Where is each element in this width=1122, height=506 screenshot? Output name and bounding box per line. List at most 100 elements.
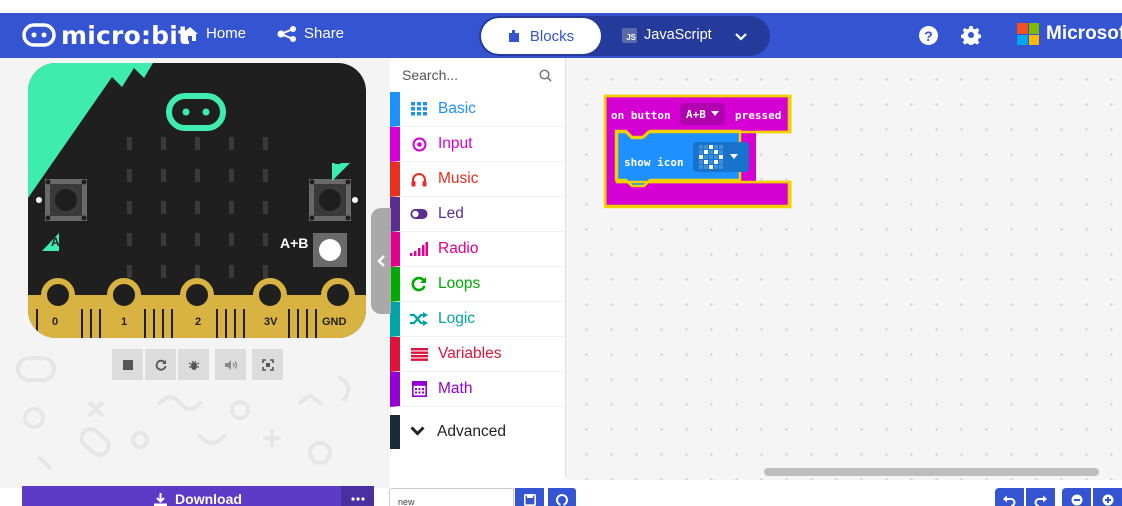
microsoft-label: Microsoft <box>1046 23 1122 44</box>
microbit-logo-icon <box>22 23 56 47</box>
share-button[interactable]: Share <box>277 25 344 42</box>
share-icon <box>277 25 296 42</box>
help-icon[interactable]: ? <box>919 26 938 45</box>
category-music[interactable]: Music <box>390 162 565 197</box>
download-more-button[interactable] <box>341 486 374 506</box>
icon-picker-dropdown[interactable] <box>693 142 749 172</box>
home-icon <box>182 26 198 41</box>
show-icon-block-label: show icon <box>624 156 684 169</box>
pin-3v-label: 3V <box>264 316 278 328</box>
dropdown-caret-icon <box>730 154 738 159</box>
category-advanced[interactable]: Advanced <box>390 415 565 449</box>
tab-blocks[interactable]: Blocks <box>481 18 601 54</box>
headphones-icon <box>410 172 428 187</box>
download-button[interactable]: Download <box>22 486 374 506</box>
fullscreen-icon <box>261 358 274 371</box>
button-ab-label: A+B <box>280 235 309 251</box>
javascript-icon: JS <box>622 27 637 43</box>
pin-0-label: 0 <box>52 316 59 328</box>
button-b[interactable] <box>309 179 351 221</box>
category-radio[interactable]: Radio <box>390 232 565 267</box>
undo-button[interactable] <box>995 488 1024 506</box>
category-led[interactable]: Led <box>390 197 565 232</box>
share-label: Share <box>304 25 345 42</box>
bottom-bar: Download new <box>0 486 1122 506</box>
category-basic[interactable]: Basic <box>390 92 565 127</box>
category-math[interactable]: Math <box>390 372 565 407</box>
category-variables-label: Variables <box>438 345 502 362</box>
microbit-board[interactable]: A B A+B 0 1 2 3V GND <box>28 63 366 338</box>
project-name-input[interactable]: new <box>389 488 514 506</box>
signal-bars-icon <box>410 242 428 256</box>
chevron-left-icon <box>376 255 385 267</box>
microsoft-logo-icon <box>1017 23 1039 45</box>
button-a[interactable] <box>45 179 87 221</box>
debug-button[interactable] <box>178 349 209 380</box>
editor-more-dropdown[interactable] <box>735 29 747 47</box>
pin-gnd-label: GND <box>322 316 347 328</box>
simulator-panel: A B A+B 0 1 2 3V GND <box>0 58 390 488</box>
zoom-out-button[interactable] <box>1062 488 1091 506</box>
save-icon <box>523 494 536 506</box>
button-b-label: B <box>334 155 342 167</box>
category-advanced-label: Advanced <box>437 423 506 440</box>
button-dropdown[interactable]: A+B <box>680 103 725 125</box>
search-icon <box>539 68 552 82</box>
simulator-collapse-handle[interactable] <box>371 208 391 314</box>
github-button[interactable] <box>548 488 576 506</box>
brand-name: micro:bit <box>61 20 191 50</box>
home-button[interactable]: Home <box>181 25 246 42</box>
category-basic-label: Basic <box>438 100 476 117</box>
tab-blocks-label: Blocks <box>529 27 575 45</box>
category-input[interactable]: Input <box>390 127 565 162</box>
workspace-horizontal-scrollbar[interactable] <box>764 468 1099 476</box>
category-math-label: Math <box>438 380 473 397</box>
toolbox: Search... Basic Input Music Led Radio Lo… <box>390 58 566 478</box>
fullscreen-button[interactable] <box>252 349 283 380</box>
category-loops-label: Loops <box>438 275 481 292</box>
zoom-in-button[interactable] <box>1093 488 1122 506</box>
shuffle-icon <box>410 312 428 326</box>
microsoft-logo[interactable]: Microsoft <box>1017 23 1122 45</box>
github-icon <box>556 494 568 506</box>
category-input-label: Input <box>438 135 473 152</box>
search-input[interactable]: Search... <box>402 67 458 83</box>
button-a-label: A <box>51 235 60 249</box>
mute-button[interactable] <box>215 349 246 380</box>
button-ab[interactable] <box>313 233 347 267</box>
category-logic[interactable]: Logic <box>390 302 565 337</box>
tab-javascript[interactable]: JS JavaScript <box>622 27 712 43</box>
diamond-icon-preview <box>699 145 723 169</box>
mute-icon <box>224 359 237 370</box>
tab-javascript-label: JavaScript <box>644 27 712 43</box>
restart-icon <box>155 359 166 371</box>
redo-icon <box>1034 495 1047 506</box>
category-loops[interactable]: Loops <box>390 267 565 302</box>
category-radio-label: Radio <box>438 240 479 257</box>
blocks-workspace[interactable]: on button A+B pressed show icon <box>566 58 1122 480</box>
calculator-icon <box>410 381 428 397</box>
download-icon <box>154 492 168 506</box>
restart-button[interactable] <box>145 349 176 380</box>
zoom-in-icon <box>1102 494 1113 506</box>
toolbox-search[interactable]: Search... <box>390 58 565 92</box>
settings-button[interactable] <box>960 25 982 50</box>
microbit-logo[interactable]: micro:bit <box>22 20 191 50</box>
grid-icon <box>410 102 428 116</box>
event-block-prefix: on button <box>611 109 671 122</box>
editor-toggle: Blocks JS JavaScript <box>479 16 770 56</box>
category-variables[interactable]: Variables <box>390 337 565 372</box>
top-menu-bar: micro:bit Home Share Blocks JS JavaScrip… <box>0 13 1122 58</box>
pin-1-label: 1 <box>121 316 128 328</box>
list-icon <box>410 347 428 361</box>
dropdown-caret-icon <box>710 111 719 116</box>
board-graphic <box>28 63 366 338</box>
save-button[interactable] <box>515 488 544 506</box>
chevron-down-icon <box>735 33 747 41</box>
stop-button[interactable] <box>112 349 143 380</box>
redo-button[interactable] <box>1026 488 1055 506</box>
target-icon <box>410 137 428 152</box>
zoom-out-icon <box>1071 494 1082 506</box>
puzzle-icon <box>508 30 519 42</box>
chevron-down-icon <box>410 423 425 441</box>
